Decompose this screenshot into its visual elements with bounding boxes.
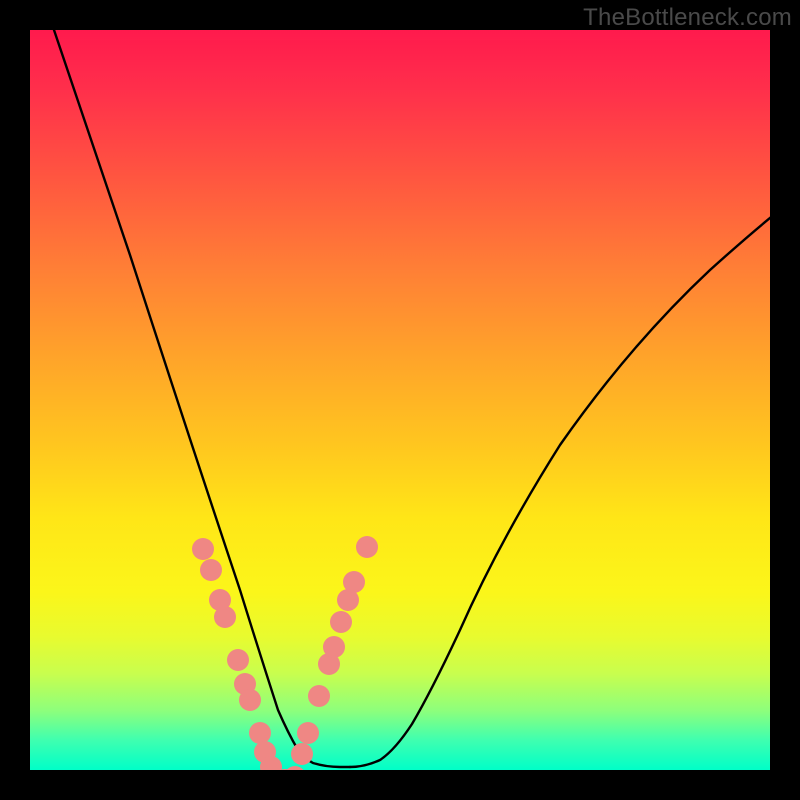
highlight-dot-right bbox=[308, 685, 330, 707]
highlight-dot-right bbox=[323, 636, 345, 658]
highlight-dot-left bbox=[214, 606, 236, 628]
plot-area bbox=[30, 30, 770, 770]
curve-right bbox=[350, 185, 770, 767]
highlight-dot-left bbox=[200, 559, 222, 581]
highlight-dot-left bbox=[192, 538, 214, 560]
bottleneck-curve bbox=[30, 30, 770, 770]
highlight-dot-right bbox=[330, 611, 352, 633]
highlight-dot-right bbox=[297, 722, 319, 744]
highlight-dot-right bbox=[291, 743, 313, 765]
highlight-dot-left bbox=[227, 649, 249, 671]
highlight-dot-right bbox=[343, 571, 365, 593]
highlight-dot-right bbox=[356, 536, 378, 558]
chart-frame: TheBottleneck.com bbox=[0, 0, 800, 800]
watermark-text: TheBottleneck.com bbox=[583, 4, 792, 32]
curve-left bbox=[54, 30, 350, 767]
highlight-dot-left bbox=[239, 689, 261, 711]
